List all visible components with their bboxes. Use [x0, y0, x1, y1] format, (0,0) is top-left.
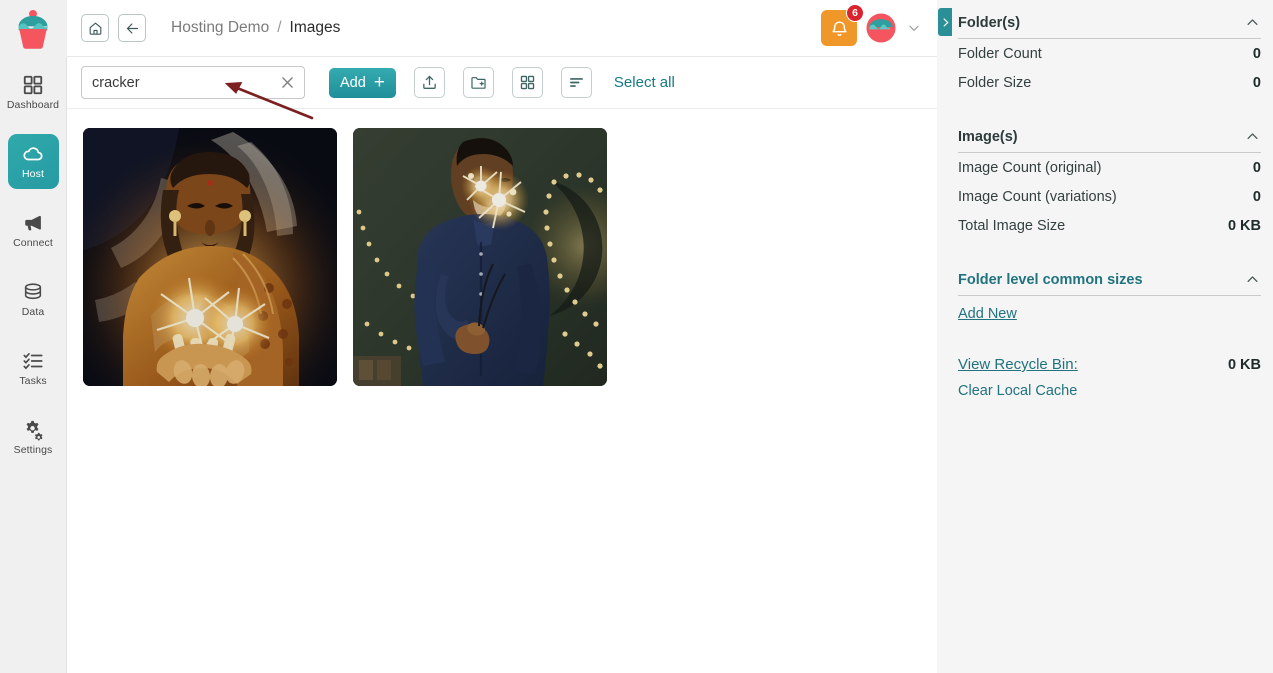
- gallery-toolbar: Add +: [67, 57, 937, 109]
- collapse-panel-handle[interactable]: [938, 8, 952, 36]
- man-holding-sparkler-image: [353, 128, 607, 386]
- total-image-size-row: Total Image Size 0 KB: [958, 211, 1261, 240]
- gears-icon: [22, 419, 44, 441]
- back-button[interactable]: [118, 14, 146, 42]
- sidebar-item-label: Dashboard: [6, 99, 60, 111]
- section-header-common-sizes[interactable]: Folder level common sizes: [958, 257, 1261, 295]
- new-folder-button[interactable]: [462, 67, 494, 98]
- add-new-link[interactable]: Add New: [958, 296, 1261, 322]
- section-title: Folder level common sizes: [958, 271, 1143, 288]
- row-value: 0 KB: [1227, 218, 1261, 234]
- home-button[interactable]: [81, 14, 109, 42]
- chevron-right-icon: [943, 17, 948, 27]
- sidebar-item-settings[interactable]: Settings: [8, 410, 59, 465]
- sidebar-item-host[interactable]: Host: [7, 134, 59, 189]
- section-header-images[interactable]: Image(s): [958, 114, 1261, 152]
- add-button[interactable]: Add +: [329, 67, 396, 98]
- left-nav-rail: Dashboard Host Connect Data Tasks Settin…: [0, 0, 67, 673]
- row-label: Folder Count: [958, 46, 1042, 62]
- cupcake-avatar-icon: [866, 13, 896, 43]
- row-value: 0: [1252, 75, 1261, 91]
- bell-icon: [830, 19, 849, 38]
- sidebar-item-label: Host: [22, 168, 44, 180]
- folder-count-row: Folder Count 0: [958, 39, 1261, 68]
- task-list-icon: [22, 350, 44, 372]
- notification-badge: 6: [846, 4, 864, 22]
- chevron-up-icon[interactable]: [1244, 271, 1261, 288]
- row-label: Image Count (original): [958, 160, 1102, 176]
- breadcrumb-root[interactable]: Hosting Demo: [171, 19, 269, 37]
- image-count-variations-row: Image Count (variations) 0: [958, 182, 1261, 211]
- cupcake-logo-icon: [18, 9, 48, 49]
- sort-lines-icon: [568, 74, 585, 91]
- chevron-up-icon[interactable]: [1244, 14, 1261, 31]
- megaphone-icon: [22, 212, 44, 234]
- row-value: 0: [1252, 189, 1261, 205]
- panel-spacer: [958, 322, 1261, 346]
- upload-icon: [421, 74, 438, 91]
- grid-view-button[interactable]: [511, 67, 543, 98]
- database-icon: [22, 281, 44, 303]
- details-panel: Folder(s) Folder Count 0 Folder Size 0 I…: [937, 0, 1273, 673]
- cloud-icon: [22, 143, 44, 165]
- clear-search-button[interactable]: [278, 74, 296, 92]
- home-icon: [88, 21, 103, 36]
- add-button-label: Add: [340, 74, 366, 91]
- breadcrumb-current: Images: [289, 19, 341, 36]
- account-menu-button[interactable]: [905, 19, 923, 37]
- sidebar-item-dashboard[interactable]: Dashboard: [6, 65, 60, 120]
- app-root: Dashboard Host Connect Data Tasks Settin…: [0, 0, 1273, 673]
- grid-icon: [22, 74, 44, 96]
- notifications-button[interactable]: 6: [821, 4, 864, 46]
- sort-button[interactable]: [560, 67, 592, 98]
- plus-icon: +: [373, 72, 385, 93]
- section-title: Folder(s): [958, 14, 1021, 31]
- breadcrumb-separator: /: [277, 19, 282, 36]
- search-input[interactable]: [92, 74, 278, 91]
- clear-local-cache-link[interactable]: Clear Local Cache: [958, 373, 1261, 399]
- arrow-left-icon: [125, 21, 140, 36]
- woman-holding-sparklers-image: [83, 128, 337, 386]
- select-all-button[interactable]: Select all: [614, 74, 675, 91]
- sidebar-item-data[interactable]: Data: [8, 272, 59, 327]
- row-label: Image Count (variations): [958, 189, 1117, 205]
- folder-size-row: Folder Size 0: [958, 68, 1261, 97]
- chevron-up-icon[interactable]: [1244, 128, 1261, 145]
- sidebar-nav: Dashboard Host Connect Data Tasks Settin…: [0, 57, 67, 479]
- grid-view-icon: [519, 74, 536, 91]
- breadcrumb: Hosting Demo / Images: [171, 19, 340, 37]
- gallery-item-man-holding-sparkler[interactable]: [353, 128, 607, 386]
- folder-plus-icon: [470, 74, 487, 91]
- row-label: Folder Size: [958, 75, 1032, 91]
- close-x-icon: [281, 77, 293, 88]
- sidebar-item-label: Settings: [13, 444, 53, 456]
- view-recycle-bin-row: View Recycle Bin: 0 KB: [958, 346, 1261, 373]
- recycle-bin-size: 0 KB: [1227, 356, 1261, 373]
- avatar[interactable]: [866, 13, 896, 43]
- main-column: Hosting Demo / Images 6 cracker Add + Se…: [67, 0, 937, 673]
- sidebar-item-label: Data: [21, 306, 45, 318]
- view-recycle-bin-link[interactable]: View Recycle Bin:: [958, 356, 1078, 373]
- top-bar-right: 6: [821, 4, 923, 46]
- upload-button[interactable]: [413, 67, 445, 98]
- gallery-item-woman-holding-sparklers[interactable]: [83, 128, 337, 386]
- row-value: 0: [1252, 160, 1261, 176]
- image-count-original-row: Image Count (original) 0: [958, 153, 1261, 182]
- sidebar-item-connect[interactable]: Connect: [8, 203, 59, 258]
- chevron-down-icon: [909, 25, 919, 31]
- sidebar-item-label: Tasks: [19, 375, 47, 387]
- section-title: Image(s): [958, 128, 1018, 145]
- image-gallery: [67, 109, 937, 673]
- top-bar: Hosting Demo / Images 6: [67, 0, 937, 57]
- sidebar-item-label: Connect: [13, 237, 53, 249]
- sidebar-item-tasks[interactable]: Tasks: [8, 341, 59, 396]
- app-logo[interactable]: [0, 0, 67, 57]
- search-box[interactable]: [81, 66, 305, 99]
- row-label: Total Image Size: [958, 218, 1066, 234]
- row-value: 0: [1252, 46, 1261, 62]
- section-header-folders[interactable]: Folder(s): [958, 0, 1261, 38]
